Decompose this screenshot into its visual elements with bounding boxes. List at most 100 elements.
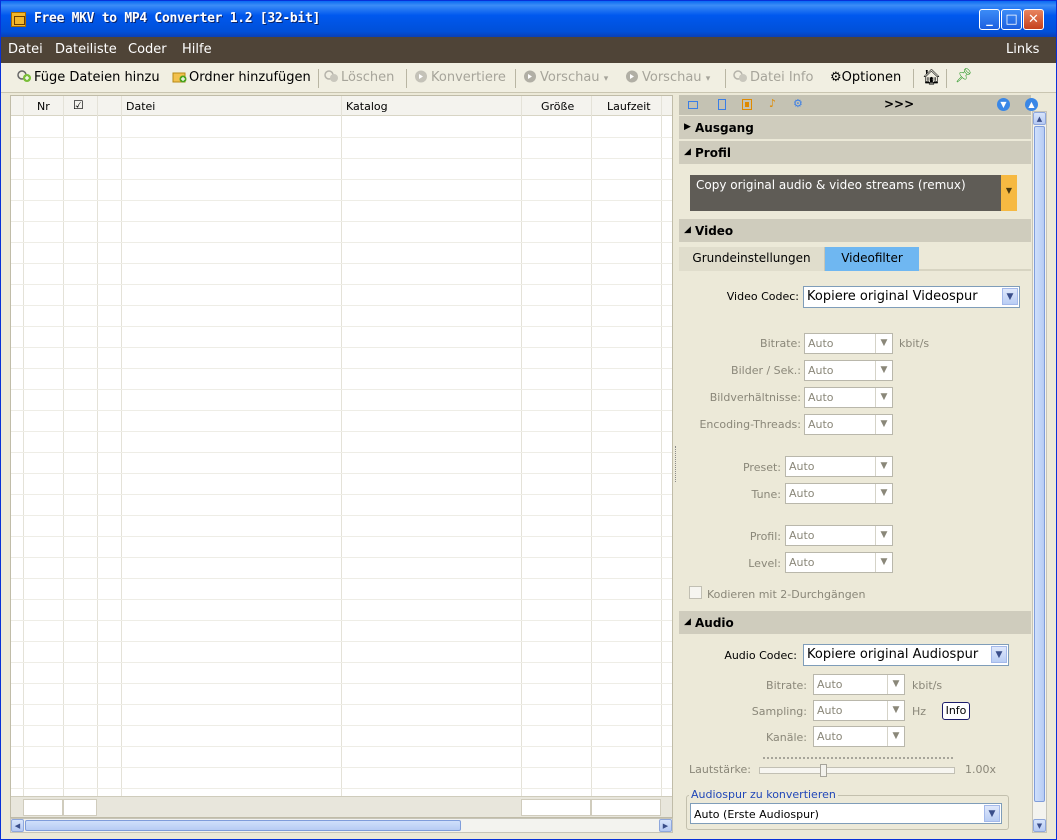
chevron-down-icon[interactable]: ▾: [604, 74, 609, 84]
channels-select[interactable]: Auto ▼: [813, 726, 905, 747]
panel-scroll-thumb[interactable]: [1034, 126, 1045, 802]
document-tab-icon[interactable]: [717, 99, 727, 110]
twopass-checkbox[interactable]: [689, 586, 702, 599]
col-datei[interactable]: Datei: [126, 100, 155, 113]
fps-value: Auto: [808, 364, 834, 377]
scroll-left-icon[interactable]: ◀: [11, 819, 24, 832]
level-select[interactable]: Auto ▼: [785, 552, 893, 573]
table-row-line: [11, 515, 672, 516]
threads-select[interactable]: Auto ▼: [804, 414, 893, 435]
panel-tabs: ♪ ⚙ >>> ▼ ▲: [679, 95, 1038, 115]
table-row-line: [11, 599, 672, 600]
table-row-line: [11, 767, 672, 768]
preview-button-1[interactable]: Vorschau ▾: [523, 70, 608, 85]
chevron-down-icon[interactable]: ▾: [706, 74, 711, 84]
menu-links[interactable]: Links: [1006, 42, 1039, 57]
menu-bar: Datei Dateiliste Coder Hilfe Links: [1, 37, 1056, 63]
chevron-down-icon[interactable]: ▼: [1001, 175, 1017, 211]
audio-track-select[interactable]: Auto (Erste Audiospur) ▼: [690, 803, 1002, 824]
home-icon[interactable]: 🏠︎: [922, 68, 941, 86]
panel-splitter[interactable]: [675, 446, 677, 482]
aspect-select[interactable]: Auto ▼: [804, 387, 893, 408]
chevron-down-icon[interactable]: ▼: [1002, 288, 1018, 305]
volume-slider-knob[interactable]: [820, 764, 827, 777]
convert-button[interactable]: Konvertiere: [414, 70, 506, 85]
more-tabs-button[interactable]: >>>: [884, 97, 914, 111]
scroll-right-icon[interactable]: ▶: [659, 819, 672, 832]
sampling-select[interactable]: Auto ▼: [813, 700, 905, 721]
horizontal-scrollbar[interactable]: ◀ ▶: [10, 818, 673, 833]
add-files-button[interactable]: Füge Dateien hinzu: [17, 70, 160, 85]
preset-select[interactable]: Auto ▼: [785, 456, 893, 477]
file-list-grid[interactable]: Nr ☑ Datei Katalog Größe Laufzeit: [10, 95, 673, 818]
section-audio[interactable]: ◢ Audio: [679, 611, 1031, 634]
col-katalog[interactable]: Katalog: [346, 100, 388, 113]
music-tab-icon[interactable]: ♪: [769, 97, 779, 110]
menu-coder[interactable]: Coder: [128, 42, 167, 57]
maximize-button[interactable]: □: [1001, 9, 1022, 30]
scroll-thumb[interactable]: [25, 820, 461, 831]
scroll-down-icon[interactable]: ▼: [1033, 819, 1046, 832]
col-groesse[interactable]: Größe: [541, 100, 574, 113]
col-nr[interactable]: Nr: [37, 100, 50, 113]
volume-slider[interactable]: [759, 764, 955, 777]
tab-grundeinstellungen[interactable]: Grundeinstellungen: [679, 247, 825, 271]
col-laufzeit[interactable]: Laufzeit: [607, 100, 651, 113]
pin-icon[interactable]: 📌︎: [955, 68, 973, 84]
folder-add-icon: [172, 72, 187, 83]
video-codec-value: Kopiere original Videospur: [807, 289, 978, 304]
tab-videofilter[interactable]: Videofilter: [825, 247, 919, 271]
table-row-line: [11, 578, 672, 579]
scroll-up-icon[interactable]: ▲: [1033, 112, 1046, 125]
video-codec-select[interactable]: Kopiere original Videospur ▼: [803, 286, 1020, 308]
preview-button-2[interactable]: Vorschau ▾: [625, 70, 710, 85]
menu-dateiliste[interactable]: Dateiliste: [55, 42, 117, 57]
chevron-down-icon: ▼: [875, 484, 892, 503]
tune-select[interactable]: Auto ▼: [785, 483, 893, 504]
section-video[interactable]: ◢ Video: [679, 219, 1031, 242]
minimize-button[interactable]: _: [979, 9, 1000, 30]
add-folder-button[interactable]: Ordner hinzufügen: [172, 70, 311, 85]
audio-codec-label: Audio Codec:: [724, 649, 797, 662]
video-bitrate-select[interactable]: Auto ▼: [804, 333, 893, 354]
title-bar[interactable]: Free MKV to MP4 Converter 1.2 [32-bit] _…: [1, 1, 1056, 37]
delete-button[interactable]: Löschen: [324, 70, 394, 85]
section-ausgang[interactable]: ▶ Ausgang: [679, 116, 1031, 139]
section-video-label: Video: [695, 224, 734, 238]
collapse-up-icon[interactable]: ▲: [1025, 98, 1038, 111]
chevron-down-icon[interactable]: ▼: [991, 646, 1007, 663]
table-row-line: [11, 452, 672, 453]
chevron-down-icon: ▼: [887, 727, 904, 746]
table-row-line: [11, 536, 672, 537]
file-info-button[interactable]: Datei Info: [733, 70, 813, 85]
options-button[interactable]: ⚙Optionen: [830, 70, 901, 85]
info-button[interactable]: Info: [942, 702, 970, 720]
folder-tab-icon[interactable]: [688, 99, 698, 110]
table-row-line: [11, 179, 672, 180]
add-files-label: Füge Dateien hinzu: [34, 70, 160, 85]
gear-tab-icon[interactable]: ⚙: [793, 97, 803, 110]
video-profile-select[interactable]: Auto ▼: [785, 525, 893, 546]
audio-codec-select[interactable]: Kopiere original Audiospur ▼: [803, 644, 1009, 666]
table-row-line: [11, 725, 672, 726]
close-button[interactable]: ✕: [1023, 9, 1044, 30]
collapse-down-icon[interactable]: ▼: [997, 98, 1010, 111]
film-tab-icon[interactable]: [742, 99, 752, 110]
chevron-down-icon: ▼: [887, 701, 904, 720]
preset-value: Auto: [789, 460, 815, 473]
volume-ticks: [763, 757, 953, 761]
panel-vertical-scrollbar[interactable]: ▲ ▼: [1032, 111, 1047, 833]
table-row-line: [11, 431, 672, 432]
level-label: Level:: [748, 557, 781, 570]
menu-hilfe[interactable]: Hilfe: [182, 42, 212, 57]
col-check[interactable]: ☑: [73, 98, 84, 112]
audio-bitrate-select[interactable]: Auto ▼: [813, 674, 905, 695]
table-row-line: [11, 221, 672, 222]
section-profil[interactable]: ◢ Profil: [679, 141, 1031, 164]
menu-datei[interactable]: Datei: [8, 42, 43, 57]
profile-select[interactable]: Copy original audio & video streams (rem…: [690, 175, 1017, 211]
fps-select[interactable]: Auto ▼: [804, 360, 893, 381]
chevron-down-icon[interactable]: ▼: [984, 805, 1000, 822]
section-profil-label: Profil: [695, 146, 731, 160]
video-profile-value: Auto: [789, 529, 815, 542]
